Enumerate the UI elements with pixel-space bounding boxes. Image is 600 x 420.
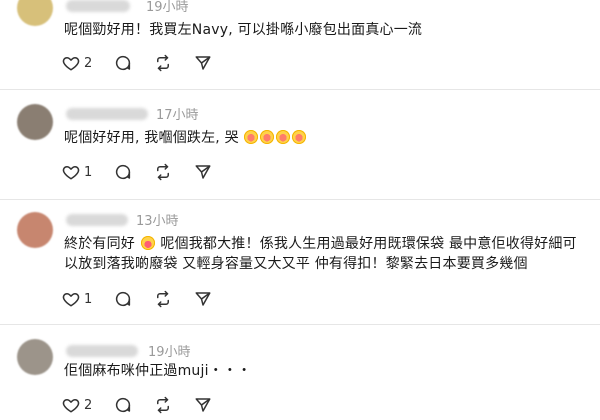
comment-text: 終於有同好 呢個我都大推！係我人生用過最好用既環保袋 最中意佢收得好細可 以放到… bbox=[64, 234, 588, 274]
username-blurred[interactable] bbox=[66, 214, 128, 226]
crying-emoji bbox=[244, 130, 259, 144]
comment-text-line2: 以放到落我啲廢袋 又輕身容量又大又平 仲有得扣！黎緊去日本要買多幾個 bbox=[64, 256, 528, 272]
comment-3: 13小時 終於有同好 呢個我都大推！係我人生用過最好用既環保袋 最中意佢收得好細… bbox=[0, 200, 600, 325]
comment-actions: 1 bbox=[62, 289, 234, 309]
avatar[interactable] bbox=[17, 339, 53, 375]
comment-text: 呢個勁好用！我買左Navy, 可以掛喺小廢包出面真心一流 bbox=[64, 20, 588, 40]
repost-button[interactable] bbox=[154, 53, 172, 73]
repost-icon bbox=[157, 396, 170, 414]
like-button[interactable]: 1 bbox=[62, 289, 92, 309]
comment-actions: 2 bbox=[62, 53, 234, 73]
avatar[interactable] bbox=[17, 212, 53, 248]
grinning-emoji bbox=[140, 236, 155, 250]
repost-icon bbox=[157, 54, 170, 72]
avatar[interactable] bbox=[17, 0, 53, 26]
send-icon bbox=[195, 398, 211, 412]
send-icon bbox=[195, 292, 211, 306]
comment-text-line1b: 呢個我都大推！係我人生用過最好用既環保袋 最中意佢收得好細可 bbox=[160, 236, 577, 252]
heart-icon bbox=[62, 399, 80, 413]
like-count: 2 bbox=[84, 397, 93, 413]
reply-button[interactable] bbox=[114, 53, 132, 73]
username-blurred[interactable] bbox=[66, 0, 130, 12]
username-blurred[interactable] bbox=[66, 108, 148, 120]
heart-icon bbox=[62, 57, 80, 71]
comment-timestamp: 17小時 bbox=[156, 108, 199, 123]
reply-button[interactable] bbox=[114, 289, 132, 309]
heart-icon bbox=[62, 293, 80, 307]
like-button[interactable]: 2 bbox=[62, 395, 92, 415]
like-count: 1 bbox=[84, 164, 93, 180]
avatar[interactable] bbox=[17, 104, 53, 140]
comment-1: 19小時 呢個勁好用！我買左Navy, 可以掛喺小廢包出面真心一流 2 bbox=[0, 0, 600, 90]
repost-icon bbox=[157, 163, 170, 181]
like-button[interactable]: 1 bbox=[62, 162, 92, 182]
comment-text-body: 佢個麻布咪仲正過muji・・・ bbox=[64, 363, 252, 379]
comment-2: 17小時 呢個好好用, 我嗰個跌左, 哭 1 bbox=[0, 90, 600, 200]
comment-actions: 2 bbox=[62, 395, 234, 415]
send-icon bbox=[195, 56, 211, 70]
repost-button[interactable] bbox=[154, 289, 172, 309]
share-button[interactable] bbox=[194, 53, 212, 73]
comment-timestamp: 19小時 bbox=[148, 345, 191, 360]
comment-actions: 1 bbox=[62, 162, 234, 182]
repost-button[interactable] bbox=[154, 395, 172, 415]
repost-button[interactable] bbox=[154, 162, 172, 182]
like-button[interactable]: 2 bbox=[62, 53, 92, 73]
username-blurred[interactable] bbox=[66, 345, 138, 357]
reply-button[interactable] bbox=[114, 162, 132, 182]
heart-icon bbox=[62, 166, 80, 180]
comment-feed: 19小時 呢個勁好用！我買左Navy, 可以掛喺小廢包出面真心一流 2 17小時 bbox=[0, 0, 600, 420]
comment-timestamp: 13小時 bbox=[136, 214, 179, 229]
comment-text: 呢個好好用, 我嗰個跌左, 哭 bbox=[64, 128, 588, 148]
share-button[interactable] bbox=[194, 289, 212, 309]
crying-emoji bbox=[292, 130, 307, 144]
comment-text-line1a: 終於有同好 bbox=[64, 236, 135, 252]
share-button[interactable] bbox=[194, 162, 212, 182]
send-icon bbox=[195, 165, 211, 179]
reply-button[interactable] bbox=[114, 395, 132, 415]
comment-text-body: 呢個好好用, 我嗰個跌左, 哭 bbox=[64, 130, 239, 146]
crying-emoji bbox=[276, 130, 291, 144]
comment-text: 佢個麻布咪仲正過muji・・・ bbox=[64, 361, 588, 381]
repost-icon bbox=[157, 290, 170, 308]
comment-timestamp: 19小時 bbox=[146, 0, 189, 15]
comment-bubble-icon bbox=[116, 291, 131, 307]
like-count: 1 bbox=[84, 291, 93, 307]
comment-text-body: 呢個勁好用！我買左Navy, 可以掛喺小廢包出面真心一流 bbox=[64, 22, 423, 38]
like-count: 2 bbox=[84, 55, 93, 71]
crying-emoji bbox=[260, 130, 275, 144]
share-button[interactable] bbox=[194, 395, 212, 415]
comment-bubble-icon bbox=[116, 55, 131, 71]
comment-4: 19小時 佢個麻布咪仲正過muji・・・ 2 bbox=[0, 325, 600, 420]
comment-bubble-icon bbox=[116, 397, 131, 413]
comment-bubble-icon bbox=[116, 164, 131, 180]
